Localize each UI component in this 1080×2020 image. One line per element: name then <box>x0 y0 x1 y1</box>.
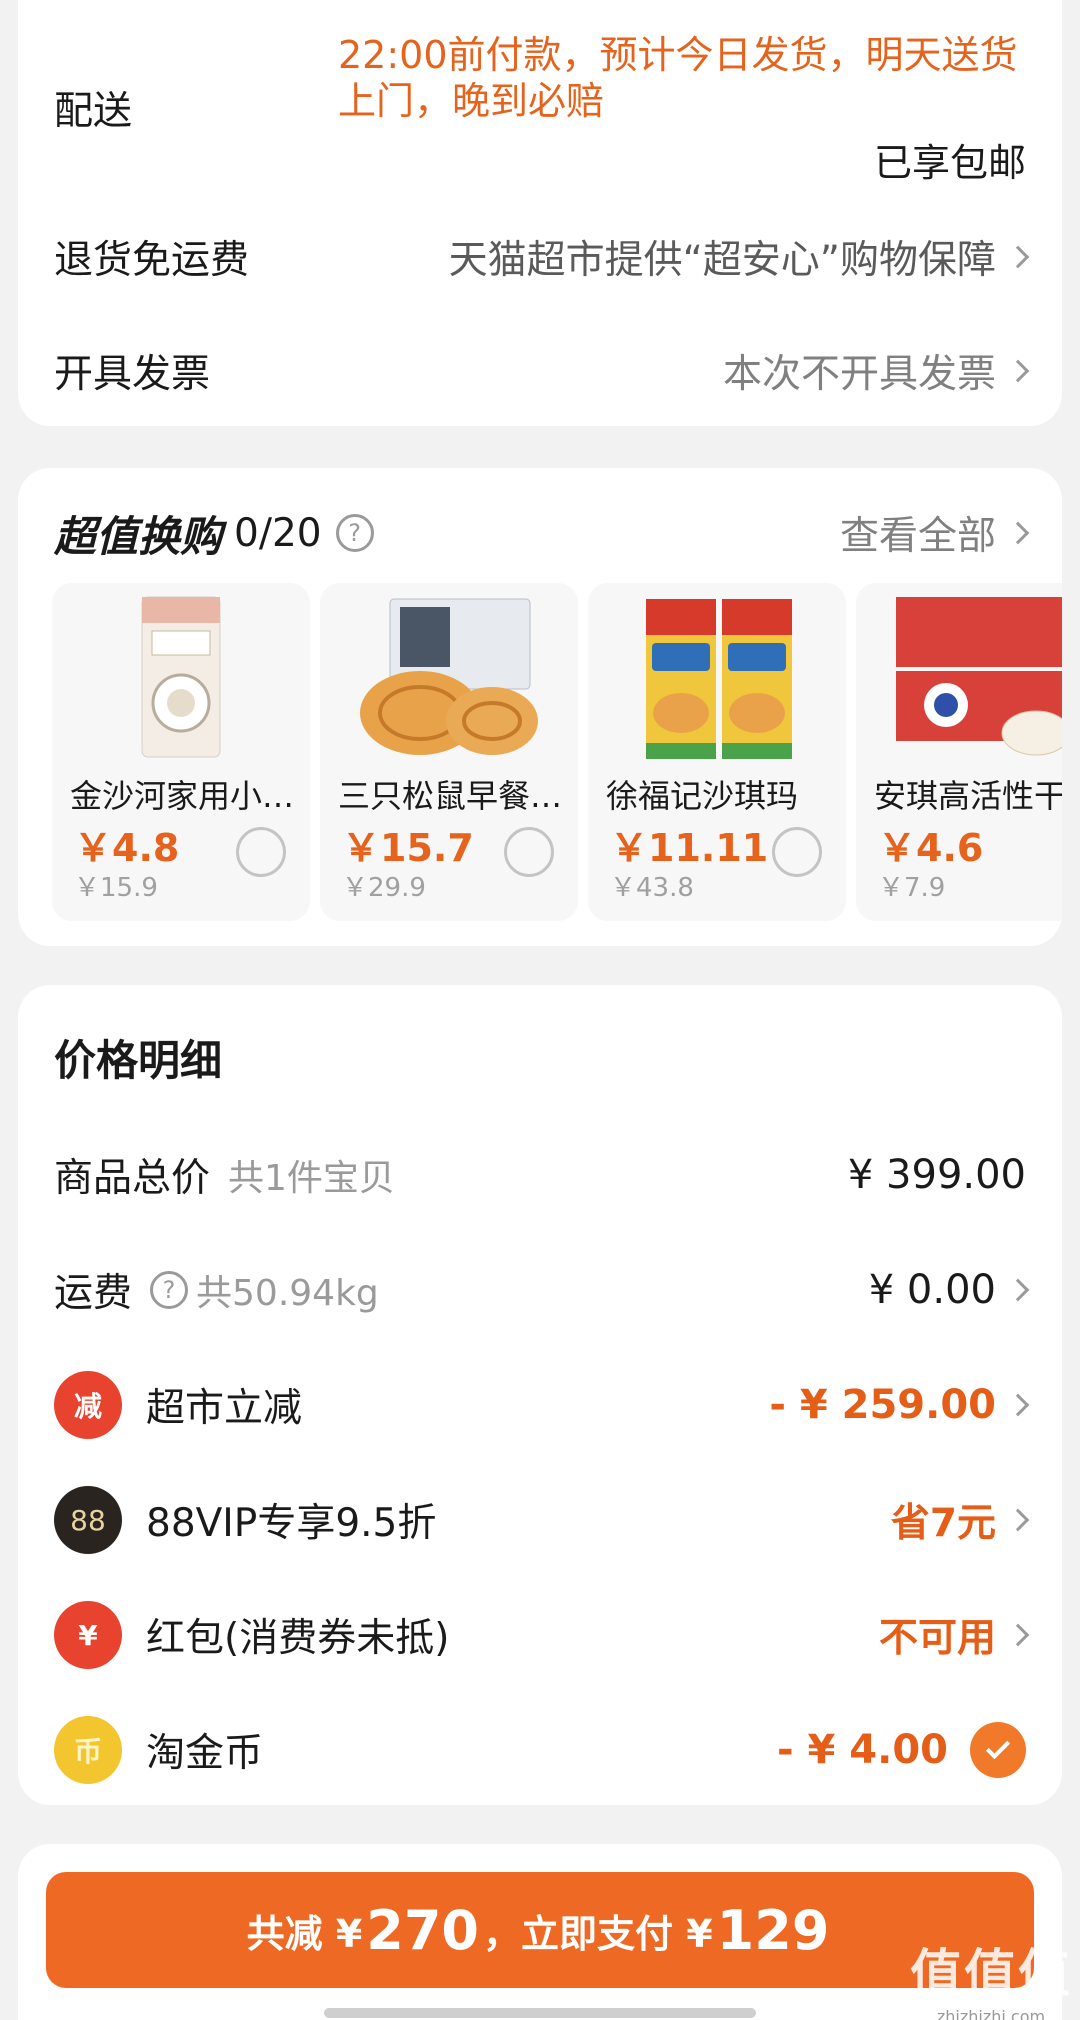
shipping-fee-row[interactable]: 运费 ? 共50.94kg ¥ 0.00 <box>54 1250 1030 1330</box>
shipping-fee-label: 运费 <box>54 1271 133 1316</box>
chevron-right-icon <box>1006 1623 1030 1647</box>
gold-coin-icon: 币 <box>54 1716 122 1784</box>
product-price: ￥4.8 <box>74 826 180 870</box>
delivery-card: 配送 22:00前付款，预计今日发货，明天送货上门，晚到必赔 已享包邮 退货免运… <box>18 0 1062 426</box>
select-radio[interactable] <box>504 827 554 877</box>
product-card[interactable]: 三只松鼠早餐手撕面包 ￥15.7 ￥29.9 <box>320 583 578 921</box>
item-count: 共1件宝贝 <box>228 1158 395 1199</box>
vip-discount-label: 88VIP专享9.5折 <box>146 1501 437 1546</box>
vip-discount-value: 省7元 <box>890 1501 996 1546</box>
supermarket-discount-value: - ¥ 259.00 <box>769 1382 996 1428</box>
pay-prefix: 共减 ¥ <box>246 1911 363 1956</box>
shipping-fee-value: ¥ 0.00 <box>868 1267 996 1313</box>
red-packet-label: 红包(消费券未抵) <box>146 1616 450 1661</box>
chevron-right-icon <box>1006 359 1030 383</box>
pay-button[interactable]: 共减 ¥ 270 ，立即支付 ¥ 129 <box>46 1872 1034 1988</box>
return-shipping-value: 天猫超市提供“超安心”购物保障 <box>448 238 996 283</box>
help-icon[interactable]: ? <box>150 1271 189 1309</box>
product-name: 三只松鼠早餐手撕面包 <box>338 777 566 815</box>
product-name: 徐福记沙琪玛 <box>606 777 799 815</box>
product-name: 安琪高活性干酵母 <box>874 777 1062 815</box>
product-original-price: ￥15.9 <box>74 873 158 903</box>
vip-88-icon: 88 <box>54 1486 122 1554</box>
pay-amount: 129 <box>716 1898 830 1962</box>
supermarket-discount-label: 超市立减 <box>146 1386 303 1431</box>
red-packet-icon: ¥ <box>54 1601 122 1669</box>
product-name: 金沙河家用小麦粉 <box>70 777 298 815</box>
product-price: ￥11.11 <box>610 826 769 870</box>
home-indicator <box>324 2008 756 2018</box>
exchange-title: 超值换购 <box>54 511 223 561</box>
exchange-count: 0/20 <box>234 510 322 556</box>
chevron-right-icon <box>1006 245 1030 269</box>
select-radio[interactable] <box>772 827 822 877</box>
invoice-label: 开具发票 <box>54 352 211 397</box>
gold-coin-label: 淘金币 <box>146 1731 264 1776</box>
product-original-price: ￥29.9 <box>342 873 426 903</box>
total-price-label: 商品总价 <box>54 1156 211 1201</box>
checkmark-icon[interactable] <box>970 1722 1026 1778</box>
gold-coin-value: - ¥ 4.00 <box>777 1727 948 1773</box>
saved-amount: 270 <box>366 1898 479 1962</box>
discount-icon: 减 <box>54 1371 122 1439</box>
free-shipping-text: 已享包邮 <box>873 141 1026 185</box>
red-packet-row[interactable]: ¥ 红包(消费券未抵) 不可用 <box>54 1595 1030 1675</box>
delivery-label: 配送 <box>54 89 133 134</box>
product-card[interactable]: 安琪高活性干酵母 ￥4.6 ￥7.9 <box>856 583 1062 921</box>
product-original-price: ￥43.8 <box>610 873 694 903</box>
product-price: ￥4.6 <box>878 826 984 870</box>
price-details-title: 价格明细 <box>54 1036 223 1085</box>
bread-image <box>350 593 548 763</box>
chevron-right-icon <box>1006 1508 1030 1532</box>
flour-bag-image <box>82 593 280 763</box>
product-original-price: ￥7.9 <box>878 873 946 903</box>
exchange-card: 超值换购 0/20 ? 查看全部 金沙河家用小麦粉 ￥4.8 ￥15.9 <box>18 468 1062 946</box>
pay-middle: ，立即支付 ¥ <box>483 1911 713 1956</box>
watermark: 值值值 zhizhizhi.com <box>910 1932 1072 2020</box>
gold-coin-row[interactable]: 币 淘金币 - ¥ 4.00 <box>54 1710 1026 1790</box>
chevron-right-icon <box>1006 1393 1030 1417</box>
product-price: ￥15.7 <box>342 826 474 870</box>
total-price-value: ¥ 399.00 <box>847 1152 1026 1198</box>
view-all-label: 查看全部 <box>839 514 996 559</box>
price-details-card: 价格明细 商品总价 共1件宝贝 ¥ 399.00 运费 ? 共50.94kg ¥… <box>18 985 1062 1805</box>
return-shipping-row[interactable]: 退货免运费 天猫超市提供“超安心”购物保障 <box>54 222 1030 292</box>
invoice-row[interactable]: 开具发票 本次不开具发票 <box>54 336 1030 406</box>
delivery-note: 22:00前付款，预计今日发货，明天送货上门，晚到必赔 <box>338 33 1018 123</box>
product-card[interactable]: 徐福记沙琪玛 ￥11.11 ￥43.8 <box>588 583 846 921</box>
select-radio[interactable] <box>236 827 286 877</box>
total-price-row: 商品总价 共1件宝贝 ¥ 399.00 <box>54 1135 1026 1215</box>
supermarket-discount-row[interactable]: 减 超市立减 - ¥ 259.00 <box>54 1365 1030 1445</box>
sachima-bags-image <box>618 593 816 763</box>
vip-discount-row[interactable]: 88 88VIP专享9.5折 省7元 <box>54 1480 1030 1560</box>
help-icon[interactable]: ? <box>335 514 374 552</box>
watermark-url: zhizhizhi.com <box>936 2007 1046 2020</box>
product-strip[interactable]: 金沙河家用小麦粉 ￥4.8 ￥15.9 三只松鼠早餐手撕面包 ￥15.7 ￥29… <box>52 583 1062 923</box>
yeast-packs-image <box>886 593 1062 763</box>
watermark-logo: 值值值 <box>909 1945 1072 2005</box>
shipping-weight: 共50.94kg <box>196 1273 379 1314</box>
chevron-right-icon <box>1006 1278 1030 1302</box>
view-all-link[interactable]: 查看全部 <box>839 505 1030 561</box>
return-shipping-label: 退货免运费 <box>54 238 250 283</box>
chevron-right-icon <box>1006 521 1030 545</box>
invoice-value: 本次不开具发票 <box>722 352 996 397</box>
exchange-header: 超值换购 0/20 ? 查看全部 <box>54 498 1030 568</box>
product-card[interactable]: 金沙河家用小麦粉 ￥4.8 ￥15.9 <box>52 583 310 921</box>
red-packet-value: 不可用 <box>878 1616 996 1661</box>
